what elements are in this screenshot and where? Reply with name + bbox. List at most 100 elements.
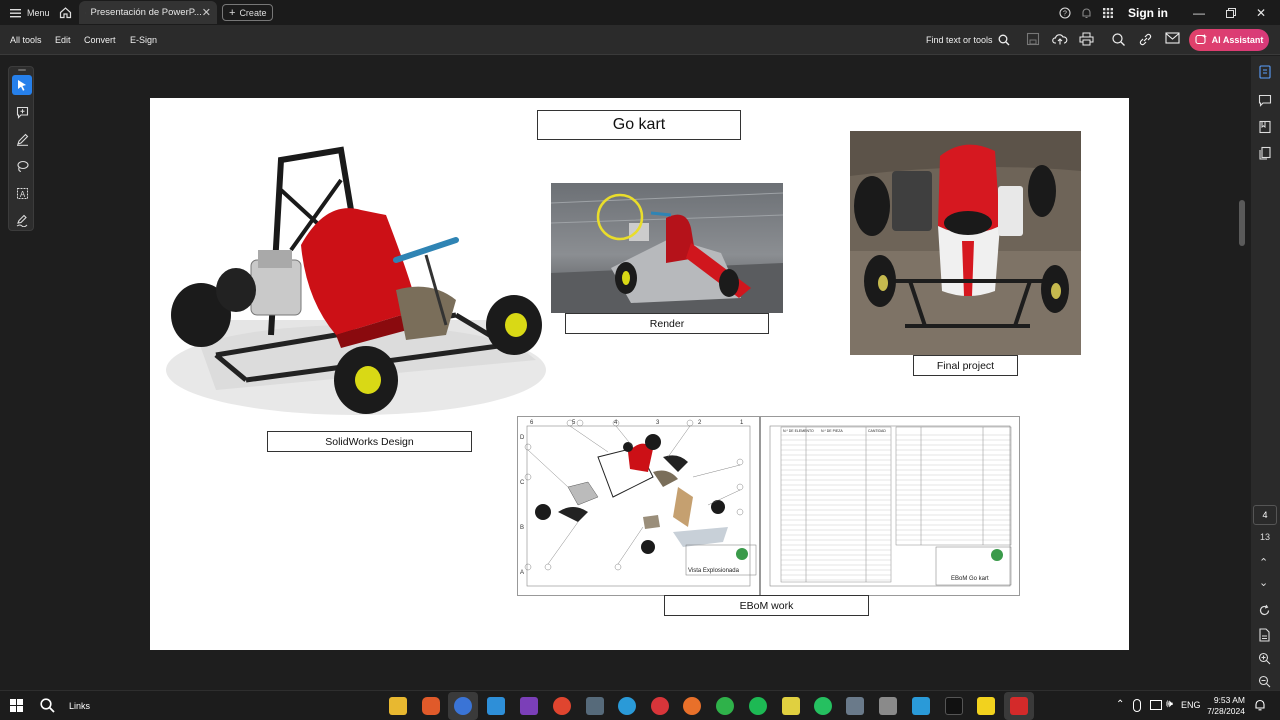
menu-label: Menu [27,7,50,18]
text-tool[interactable]: A [12,183,32,203]
drawing-col-label: 5 [572,420,576,426]
sticky-notes-icon[interactable] [977,697,995,715]
spotify-icon[interactable] [749,697,767,715]
telegram-alt-icon[interactable] [912,697,930,715]
pdf-page: Go kart SolidWorks Design Render Final p… [150,98,1129,650]
caption-ebom: EBoM work [664,595,869,616]
zoom-out-button[interactable] [1258,675,1271,688]
clock[interactable]: 9:53 AM 7/28/2024 [1201,695,1245,717]
search-label: Links [69,700,91,711]
save-button[interactable] [1026,32,1042,48]
current-page-field[interactable]: 4 [1253,505,1277,525]
sign-tool[interactable] [12,210,32,230]
menu-button[interactable]: Menu [10,0,50,25]
print-button[interactable] [1079,32,1095,48]
bom-header-element: N.º DE ELEMENTO [783,429,814,433]
sign-in-button[interactable]: Sign in [1128,0,1168,25]
comments-panel-button[interactable] [1258,94,1272,107]
rotate-icon [1259,604,1270,616]
home-button[interactable] [59,0,72,25]
app-green-icon[interactable] [716,697,734,715]
onenote-icon[interactable] [520,697,538,715]
volume-icon[interactable]: 🕪 [1166,698,1173,711]
microphone-icon[interactable] [1133,699,1141,712]
whatsapp-icon[interactable] [814,697,832,715]
render-image [551,183,783,313]
firefox-icon[interactable] [683,697,701,715]
ai-search-button[interactable] [1111,32,1127,48]
zoom-out-icon [1258,675,1271,688]
app-dark-icon[interactable] [945,697,963,715]
tray-overflow-button[interactable]: ⌃ [1116,699,1124,710]
notifications-button[interactable] [1081,0,1092,25]
bom-header-part: N.º DE PIEZA [821,429,843,433]
minimize-button[interactable]: — [1193,0,1205,25]
select-tool[interactable] [12,75,32,95]
find-tools-button[interactable]: Find text or tools [926,25,1010,55]
clock-time: 9:53 AM [1213,695,1245,705]
link-icon [1139,33,1152,46]
create-button[interactable]: + Create [222,4,274,21]
search-icon [40,698,55,713]
bookmarks-panel-button[interactable] [1258,120,1272,134]
remote-desktop-icon[interactable] [487,697,505,715]
lasso-icon [16,160,29,172]
caption-render: Render [565,313,769,334]
ai-panel-button[interactable] [1258,65,1272,79]
zoom-in-icon [1258,652,1271,665]
file-explorer-icon[interactable] [389,697,407,715]
pages-panel-button[interactable] [1258,146,1272,160]
close-tab-icon[interactable]: ✕ [202,6,211,19]
chevron-up-icon: ⌃ [1116,699,1125,710]
ai-assistant-button[interactable]: AI Assistant [1189,29,1269,51]
zoom-in-button[interactable] [1258,652,1271,665]
close-window-button[interactable]: ✕ [1256,0,1266,25]
start-button[interactable] [10,699,23,712]
previous-page-button[interactable]: ⌃ [1259,556,1268,569]
search-icon [998,34,1010,46]
app-window-icon[interactable] [846,697,864,715]
app-icon[interactable] [586,697,604,715]
menu-all-tools[interactable]: All tools [10,25,42,55]
help-button[interactable]: ? [1059,0,1071,25]
tab-document[interactable]: Presentación de PowerP... ✕ [79,1,217,24]
app-red-icon[interactable] [651,697,669,715]
upload-button[interactable] [1052,32,1068,48]
restore-button[interactable] [1226,0,1236,25]
taskbar-search[interactable]: Links [40,698,90,713]
menu-esign[interactable]: E-Sign [130,25,157,55]
browser-app-icon[interactable] [454,697,472,715]
link-button[interactable] [1138,32,1154,48]
vertical-scrollbar[interactable] [1239,200,1245,246]
rotate-button[interactable] [1258,604,1271,617]
help-icon: ? [1059,6,1071,19]
language-indicator[interactable]: ENG [1181,700,1201,710]
hamburger-icon [10,8,21,17]
acrobat-icon[interactable] [1010,697,1028,715]
app-yellow-icon[interactable] [782,697,800,715]
page-info-button[interactable] [1258,628,1271,642]
svg-text:A: A [19,190,25,199]
telegram-icon[interactable] [618,697,636,715]
network-icon[interactable] [1150,700,1162,710]
apps-button[interactable] [1102,0,1114,25]
signature-pen-icon [16,214,27,227]
comment-tool[interactable] [12,102,32,122]
bom-table-drawing: N.º DE ELEMENTO N.º DE PIEZA CANTIDAD EB… [760,416,1020,596]
draw-tool[interactable] [12,156,32,176]
next-page-button[interactable]: ⌄ [1259,576,1268,589]
brave-browser-icon[interactable] [422,697,440,715]
printer-icon [1079,32,1094,46]
panel-grip[interactable] [18,69,26,71]
menu-convert[interactable]: Convert [84,25,116,55]
menu-edit[interactable]: Edit [55,25,71,55]
drawing-col-label: 3 [656,420,660,426]
calculator-icon[interactable] [879,697,897,715]
email-button[interactable] [1165,32,1181,48]
notification-center-button[interactable] [1254,699,1266,711]
drawing-right-title: EBoM Go kart [951,576,989,582]
caption-final-project: Final project [913,355,1018,376]
chrome-icon[interactable] [553,697,571,715]
highlight-tool[interactable] [12,129,32,149]
exploded-view-drawing: 6 5 4 3 2 1 D C B A Vista Explosionada [517,416,760,596]
